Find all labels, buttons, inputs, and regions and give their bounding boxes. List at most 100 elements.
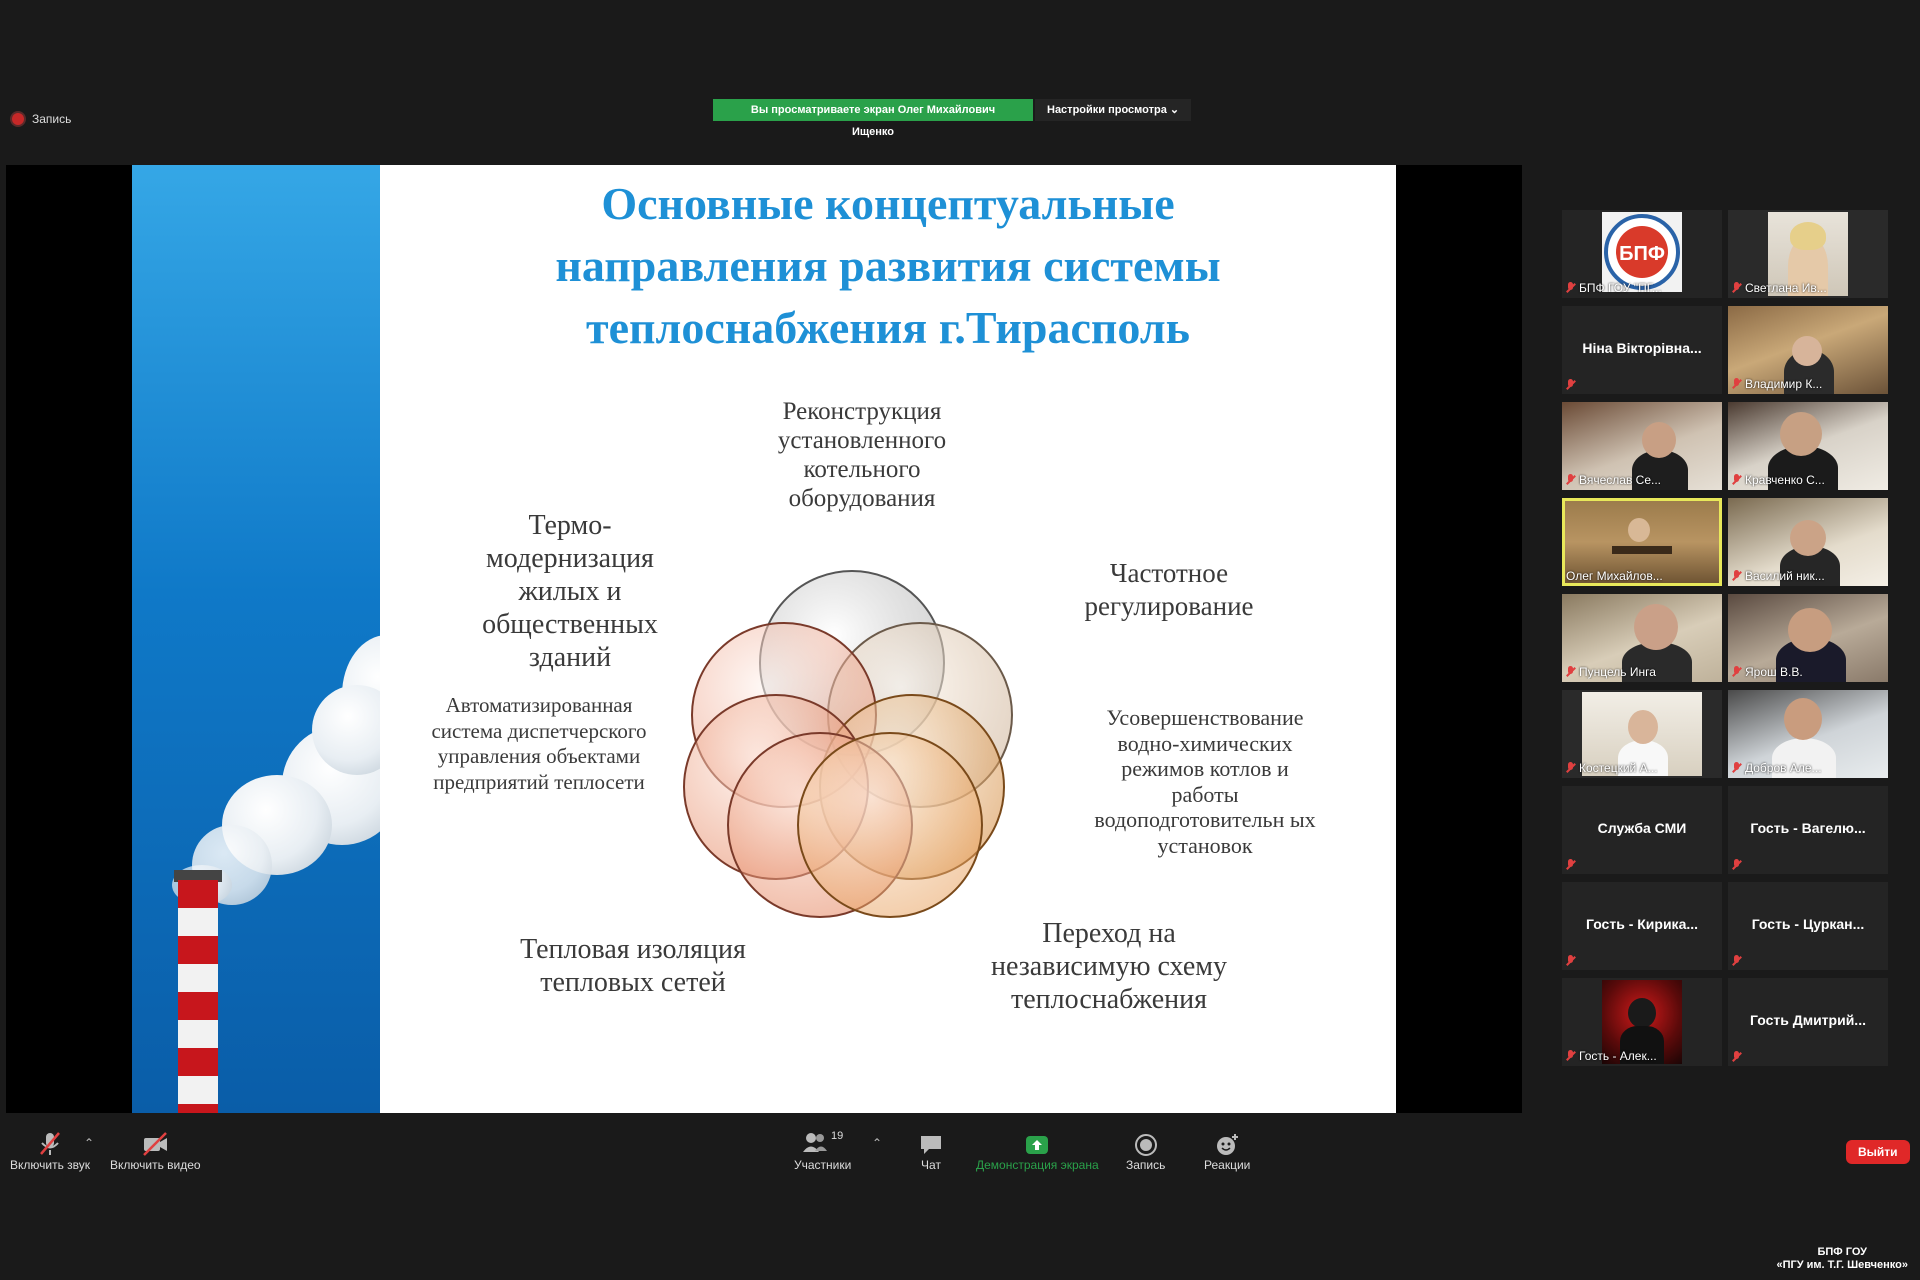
participant-name: БПФ ГОУ "ПГ...	[1566, 281, 1662, 295]
participant-name: Кравченко С...	[1732, 473, 1825, 487]
mic-muted-icon	[1732, 1051, 1741, 1063]
mic-muted-icon	[1732, 859, 1741, 871]
participant-name-label: БПФ ГОУ "ПГ...	[1579, 281, 1662, 295]
share-screen-icon	[1026, 1136, 1049, 1154]
participant-display-name: Гость - Вагелю...	[1750, 820, 1866, 836]
participant-tile[interactable]: Владимир К...	[1728, 306, 1888, 394]
participants-options-chevron-icon[interactable]: ⌃	[872, 1136, 882, 1150]
participant-display-name: Гость Дмитрий...	[1750, 1012, 1866, 1028]
participants-icon	[803, 1133, 828, 1152]
view-options-button[interactable]: Настройки просмотра ⌄	[1035, 99, 1192, 121]
participant-name-label: Василий ник...	[1745, 569, 1825, 583]
recording-label: Запись	[32, 112, 72, 126]
participant-tile[interactable]: Пунцель Инга	[1562, 594, 1722, 682]
record-icon	[1134, 1134, 1157, 1156]
mic-muted-icon	[1732, 570, 1741, 582]
record-label: Запись	[1126, 1158, 1166, 1172]
watermark: БПФ ГОУ «ПГУ им. Т.Г. Шевченко»	[1776, 1246, 1908, 1272]
participant-tile[interactable]: Гость - Алек...	[1562, 978, 1722, 1066]
participant-tile[interactable]: Костецкий А...	[1562, 690, 1722, 778]
participant-display-name: Гость - Цуркан...	[1751, 916, 1865, 932]
participant-tile[interactable]: Ніна Вікторівна...	[1562, 306, 1722, 394]
participant-name: Пунцель Инга	[1566, 665, 1656, 679]
mic-muted-icon	[1732, 955, 1741, 967]
participant-tile[interactable]: Василий ник...	[1728, 498, 1888, 586]
participant-tile[interactable]: БПФ БПФ ГОУ "ПГ...	[1562, 210, 1722, 298]
slide-title-line: теплоснабжения г.Тирасполь	[586, 302, 1190, 353]
slide-title-line: направления развития системы	[555, 240, 1221, 291]
participant-name-label: Олег Михайлов...	[1566, 569, 1663, 583]
label-reconstruction: Реконструкция установленного котельного …	[777, 398, 947, 512]
audio-options-chevron-icon[interactable]: ⌃	[84, 1136, 94, 1150]
mic-muted-icon	[1732, 378, 1741, 390]
participant-name: Гость - Алек...	[1566, 1049, 1657, 1063]
start-video-label: Включить видео	[110, 1158, 201, 1172]
participant-name: Владимир К...	[1732, 377, 1822, 391]
participant-tile[interactable]: Гость Дмитрий...	[1728, 978, 1888, 1066]
participant-tile[interactable]: Гость - Вагелю...	[1728, 786, 1888, 874]
reactions-label: Реакции	[1204, 1158, 1251, 1172]
participant-display-name: Гость - Кирика...	[1585, 916, 1699, 932]
participant-name: Олег Михайлов...	[1566, 569, 1663, 583]
chat-icon	[921, 1136, 941, 1154]
label-frequency-regulation: Частотное регулирование	[1084, 558, 1254, 621]
mic-muted-icon	[1566, 859, 1575, 871]
participant-name-label: Пунцель Инга	[1579, 665, 1656, 679]
label-automated-system: Автоматизированная система диспетчерског…	[431, 693, 647, 794]
mic-muted-icon	[1566, 666, 1575, 678]
participant-tile[interactable]: Светлана Ив...	[1728, 210, 1888, 298]
participants-count: 19	[831, 1130, 844, 1142]
participant-name-label: Добров Але...	[1745, 761, 1822, 775]
mic-muted-icon	[1566, 379, 1575, 391]
participant-name: Вячеслав Се...	[1566, 473, 1661, 487]
reactions-button[interactable]: Реакции	[1204, 1132, 1250, 1172]
record-button[interactable]: Запись	[1126, 1132, 1165, 1172]
participant-name-label: Ярош В.В.	[1745, 665, 1803, 679]
label-water-chemistry: Усовершенствование водно-химических режи…	[1094, 705, 1316, 858]
start-video-button[interactable]: Включить видео	[110, 1130, 201, 1172]
venn-circle	[797, 732, 983, 918]
participant-tile[interactable]: Вячеслав Се...	[1562, 402, 1722, 490]
share-screen-button[interactable]: Демонстрация экрана	[976, 1132, 1099, 1172]
participant-tile-active-speaker[interactable]: Олег Михайлов...	[1562, 498, 1722, 586]
venn-diagram	[683, 570, 1013, 918]
participants-button[interactable]: 19 Участники	[794, 1130, 851, 1172]
share-banner: Вы просматриваете экран Олег Михайлович …	[713, 99, 1192, 138]
watermark-line: БПФ ГОУ	[1817, 1246, 1867, 1258]
participant-tile[interactable]: Ярош В.В.	[1728, 594, 1888, 682]
participant-tile[interactable]: Гость - Цуркан...	[1728, 882, 1888, 970]
slide-chimney-image	[132, 165, 380, 1113]
participant-name-label: Вячеслав Се...	[1579, 473, 1662, 487]
mic-muted-icon	[1732, 762, 1741, 774]
participant-name-label: Костецкий А...	[1579, 761, 1658, 775]
bpf-logo-icon: БПФ	[1602, 212, 1682, 292]
chimney	[178, 880, 218, 1113]
mic-muted-icon	[1732, 474, 1741, 486]
participant-tile[interactable]: Гость - Кирика...	[1562, 882, 1722, 970]
chat-label: Чат	[921, 1158, 941, 1172]
participant-name-label: Гость - Алек...	[1579, 1049, 1657, 1063]
participant-tile[interactable]: Добров Але...	[1728, 690, 1888, 778]
bpf-logo-text: БПФ	[1619, 243, 1665, 265]
video-off-icon	[143, 1132, 168, 1156]
chat-button[interactable]: Чат	[918, 1132, 944, 1172]
watermark-line: «ПГУ им. Т.Г. Шевченко»	[1776, 1259, 1908, 1271]
reactions-icon	[1217, 1134, 1239, 1155]
participants-label: Участники	[794, 1158, 852, 1172]
participant-name-label: Кравченко С...	[1745, 473, 1825, 487]
participant-tile[interactable]: Служба СМИ	[1562, 786, 1722, 874]
participant-name: Добров Але...	[1732, 761, 1822, 775]
slide-title: Основные концептуальные направления разв…	[380, 173, 1396, 359]
leave-button[interactable]: Выйти	[1846, 1140, 1910, 1164]
unmute-button[interactable]: Включить звук	[10, 1130, 90, 1172]
slide-title-line: Основные концептуальные	[601, 178, 1175, 229]
participant-display-name: Ніна Вікторівна...	[1582, 340, 1702, 356]
recording-indicator[interactable]: Запись	[12, 112, 71, 126]
mic-muted-icon	[1566, 474, 1575, 486]
participant-name: Костецкий А...	[1566, 761, 1658, 775]
participant-tile[interactable]: Кравченко С...	[1728, 402, 1888, 490]
mic-muted-icon	[1732, 666, 1741, 678]
label-thermo-modernization: Термо- модернизация жилых и общественных…	[482, 510, 658, 673]
mic-muted-icon	[1566, 955, 1575, 967]
participant-name: Ярош В.В.	[1732, 665, 1803, 679]
